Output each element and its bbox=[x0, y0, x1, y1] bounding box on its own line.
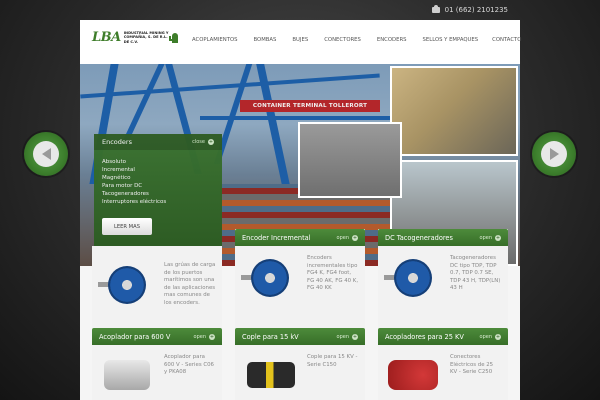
topbar-phone: 01 (662) 2101235 bbox=[431, 5, 508, 14]
encoder-image[interactable] bbox=[241, 255, 299, 307]
encoders-panel: Encoders close + Absoluto Incremental Ma… bbox=[94, 134, 222, 246]
panel-item[interactable]: Absoluto bbox=[102, 158, 214, 166]
product-photo-encoder bbox=[390, 66, 518, 156]
cactus-icon bbox=[168, 32, 178, 43]
logo-mark: LBA bbox=[92, 30, 121, 45]
panel-item[interactable]: Tacogeneradores bbox=[102, 190, 214, 198]
leer-mas-button[interactable]: LEER MAS bbox=[102, 218, 152, 235]
product-card: Encoder Incremental open + Encoders incr… bbox=[235, 229, 365, 332]
card-description: Tacogeneradores DC tipo TDP, TDP 0.7, TD… bbox=[450, 255, 501, 292]
crane-graphic bbox=[80, 73, 380, 99]
nav-item-bombas[interactable]: BOMBAS bbox=[254, 37, 277, 43]
panel-title: Encoders bbox=[102, 138, 132, 146]
close-icon: + bbox=[208, 139, 214, 145]
crane-graphic bbox=[121, 64, 165, 144]
nav-item-conectores[interactable]: CONECTORES bbox=[324, 37, 361, 43]
product-photo-machine bbox=[298, 122, 402, 198]
panel-item[interactable]: Interruptores eléctricos bbox=[102, 198, 214, 206]
page-container: LBA INDUSTRIAL MINING Y COMPAÑIA, S. DE … bbox=[80, 20, 521, 400]
card-description: Cople para 15 KV - Serie C150 bbox=[307, 354, 358, 368]
main-nav: ACOPLAMIENTOS BOMBAS BUJES CONECTORES EN… bbox=[192, 37, 521, 43]
card-open-button[interactable]: open + bbox=[480, 234, 501, 241]
logo-text: INDUSTRIAL MINING Y COMPAÑIA, S. DE R.L.… bbox=[123, 31, 169, 44]
encoder-image[interactable] bbox=[384, 255, 442, 307]
panel-item[interactable]: Para motor DC bbox=[102, 182, 214, 190]
nav-item-sellos[interactable]: SELLOS Y EMPAQUES bbox=[423, 37, 479, 43]
coupler-image[interactable] bbox=[98, 354, 156, 400]
product-card: Acoplador para 600 V open + Acoplador pa… bbox=[92, 328, 222, 400]
open-icon: + bbox=[495, 333, 501, 340]
slider-next-button[interactable] bbox=[532, 132, 576, 176]
nav-item-bujes[interactable]: BUJES bbox=[292, 37, 308, 43]
card-header[interactable]: DC Tacogeneradores open + bbox=[378, 229, 508, 246]
card-title: Encoder Incremental bbox=[242, 233, 311, 242]
nav-item-contacto[interactable]: CONTACTO bbox=[492, 37, 521, 43]
card-open-button[interactable]: open + bbox=[194, 333, 215, 340]
card-header[interactable]: Encoder Incremental open + bbox=[235, 229, 365, 246]
open-icon: + bbox=[495, 234, 501, 241]
terminal-banner: CONTAINER TERMINAL TOLLERORT bbox=[240, 100, 380, 112]
phone-number[interactable]: 01 (662) 2101235 bbox=[445, 6, 508, 14]
panel-list: Absoluto Incremental Magnético Para moto… bbox=[94, 150, 222, 206]
slider-prev-button[interactable] bbox=[24, 132, 68, 176]
card-description: Acoplador para 600 V - Series C06 y PKA0… bbox=[164, 354, 214, 376]
card-header[interactable]: Acopladores para 25 KV open + bbox=[378, 328, 508, 345]
card-title: Acopladores para 25 KV bbox=[385, 332, 464, 341]
arrow-left-icon bbox=[33, 141, 59, 167]
panel-header: Encoders close + bbox=[94, 134, 222, 150]
product-card: Las grúas de carga de los puertos maríti… bbox=[92, 246, 222, 332]
panel-item[interactable]: Incremental bbox=[102, 166, 214, 174]
panel-close-button[interactable]: close + bbox=[192, 139, 214, 145]
logo[interactable]: LBA INDUSTRIAL MINING Y COMPAÑIA, S. DE … bbox=[92, 30, 178, 45]
card-header[interactable]: Acoplador para 600 V open + bbox=[92, 328, 222, 345]
header: LBA INDUSTRIAL MINING Y COMPAÑIA, S. DE … bbox=[80, 20, 521, 64]
card-description: Conectores Eléctricos de 25 KV - Serie C… bbox=[450, 354, 494, 376]
nav-item-acoplamientos[interactable]: ACOPLAMIENTOS bbox=[192, 37, 238, 43]
card-open-button[interactable]: open + bbox=[337, 234, 358, 241]
connector-image[interactable] bbox=[384, 354, 442, 400]
open-icon: + bbox=[209, 333, 215, 340]
phone-icon bbox=[431, 5, 440, 13]
encoder-image[interactable] bbox=[98, 262, 156, 314]
open-icon: + bbox=[352, 234, 358, 241]
card-header[interactable]: Cople para 15 kV open + bbox=[235, 328, 365, 345]
card-title: DC Tacogeneradores bbox=[385, 233, 453, 242]
card-description: Encoders incrementales tipo FG4 K, FG4 f… bbox=[307, 255, 359, 292]
product-card: DC Tacogeneradores open + Tacogeneradore… bbox=[378, 229, 508, 332]
crane-graphic bbox=[200, 116, 400, 120]
product-card: Cople para 15 kV open + Cople para 15 KV… bbox=[235, 328, 365, 400]
card-open-button[interactable]: open + bbox=[480, 333, 501, 340]
arrow-right-icon bbox=[541, 141, 567, 167]
card-open-button[interactable]: open + bbox=[337, 333, 358, 340]
nav-item-encoders[interactable]: ENCODERS bbox=[377, 37, 407, 43]
card-title: Cople para 15 kV bbox=[242, 332, 299, 341]
card-title: Acoplador para 600 V bbox=[99, 332, 171, 341]
open-icon: + bbox=[352, 333, 358, 340]
product-card: Acopladores para 25 KV open + Conectores… bbox=[378, 328, 508, 400]
card-description: Las grúas de carga de los puertos maríti… bbox=[164, 262, 216, 306]
panel-item[interactable]: Magnético bbox=[102, 174, 214, 182]
cople-image[interactable] bbox=[241, 354, 299, 400]
